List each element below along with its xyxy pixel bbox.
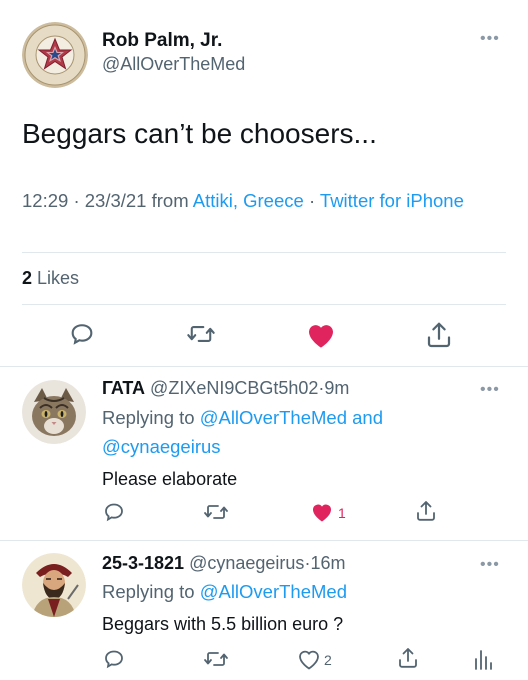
retweet-button[interactable] bbox=[203, 500, 229, 529]
reply-author-name[interactable]: 25-3-1821 bbox=[102, 553, 184, 573]
likes-count: 2 bbox=[22, 268, 33, 288]
reply-text: Beggars with 5.5 billion euro ? bbox=[102, 614, 344, 634]
share-button[interactable] bbox=[396, 646, 420, 675]
replying-to-link[interactable]: @AllOverTheMed bbox=[200, 407, 347, 428]
like-count: 2 bbox=[324, 652, 332, 668]
reply-author-line: 25-3-1821 @cynaegeirus·16m bbox=[102, 553, 345, 574]
replying-to-line: Replying to @AllOverTheMed bbox=[102, 581, 347, 603]
share-button[interactable] bbox=[414, 499, 438, 528]
like-button[interactable] bbox=[297, 648, 321, 675]
cat-avatar-icon bbox=[22, 380, 86, 444]
replying-to-and: and bbox=[352, 407, 384, 428]
reply-icon bbox=[105, 503, 123, 522]
reply-author-name[interactable]: ΓΑΤΑ bbox=[102, 378, 145, 398]
replying-to-label: Replying to bbox=[102, 581, 195, 602]
retweet-icon bbox=[204, 505, 228, 519]
like-count: 1 bbox=[338, 505, 346, 521]
heart-filled-icon bbox=[313, 504, 331, 522]
reply-button[interactable] bbox=[68, 320, 96, 353]
tweet-time: 12:29 bbox=[22, 190, 69, 211]
like-button[interactable] bbox=[310, 501, 334, 528]
divider bbox=[0, 540, 528, 541]
likes-summary[interactable]: 2 Likes bbox=[22, 268, 79, 289]
tweet-source-link[interactable]: Twitter for iPhone bbox=[320, 190, 464, 211]
meta-dot: · bbox=[73, 190, 80, 211]
more-options-icon[interactable]: ••• bbox=[480, 30, 500, 48]
reply-text: Please elaborate bbox=[102, 469, 238, 489]
reply-icon bbox=[71, 324, 93, 345]
share-icon bbox=[417, 501, 435, 521]
retweet-button[interactable] bbox=[203, 647, 229, 676]
reply-button[interactable] bbox=[102, 500, 126, 529]
more-options-icon[interactable]: ••• bbox=[480, 556, 500, 574]
more-options-icon[interactable]: ••• bbox=[480, 381, 500, 399]
share-icon bbox=[399, 648, 417, 668]
like-button[interactable] bbox=[305, 320, 337, 355]
replying-to-link[interactable]: @cynaegeirus bbox=[102, 436, 221, 457]
tweet-date: 23/3/21 bbox=[84, 190, 147, 211]
author-name[interactable]: Rob Palm, Jr. bbox=[102, 30, 222, 52]
retweet-icon bbox=[204, 652, 228, 666]
replying-to-line: @cynaegeirus bbox=[102, 436, 221, 458]
reply-author-handle[interactable]: @cynaegeirus bbox=[189, 553, 304, 573]
author-avatar[interactable]: AMERICAN REVOLUTION BICENTENNIAL 1776-19… bbox=[22, 22, 88, 88]
reply-author-handle[interactable]: @ZIXeNI9CBGt5h02 bbox=[150, 378, 318, 398]
reply-age: 9m bbox=[324, 378, 350, 398]
avatar-ring-text: AMERICAN REVOLUTION BICENTENNIAL 1776-19… bbox=[22, 22, 23, 23]
greek-revolutionary-portrait-icon bbox=[22, 553, 86, 617]
analytics-icon bbox=[475, 650, 492, 670]
avatar[interactable] bbox=[22, 380, 86, 444]
tweet-location-link[interactable]: Attiki, Greece bbox=[193, 190, 304, 211]
share-button[interactable] bbox=[424, 320, 454, 355]
divider bbox=[0, 366, 528, 367]
reply-age: 16m bbox=[310, 553, 346, 573]
bicentennial-star-logo-icon bbox=[22, 22, 88, 88]
reply-icon bbox=[105, 650, 123, 669]
share-icon bbox=[427, 322, 451, 348]
retweet-icon bbox=[187, 326, 215, 342]
likes-label: Likes bbox=[37, 268, 80, 288]
main-tweet: AMERICAN REVOLUTION BICENTENNIAL 1776-19… bbox=[0, 0, 528, 366]
reply-author-line: ΓΑΤΑ @ZIXeNI9CBGt5h02·9m bbox=[102, 378, 349, 399]
tweet-meta: 12:29 · 23/3/21 from Attiki, Greece · Tw… bbox=[22, 188, 492, 214]
replying-to-link[interactable]: @AllOverTheMed bbox=[200, 581, 347, 602]
divider bbox=[22, 304, 506, 305]
tweet-text: Beggars can’t be choosers... bbox=[22, 118, 377, 149]
avatar[interactable] bbox=[22, 553, 86, 617]
reply-button[interactable] bbox=[102, 647, 126, 676]
replying-to-line: Replying to @AllOverTheMed and bbox=[102, 407, 383, 429]
analytics-button[interactable] bbox=[472, 647, 494, 676]
from-label: from bbox=[151, 190, 189, 211]
retweet-button[interactable] bbox=[186, 320, 216, 353]
heart-outline-icon bbox=[299, 650, 319, 670]
divider bbox=[22, 252, 506, 253]
replying-to-label: Replying to bbox=[102, 407, 195, 428]
author-handle[interactable]: @AllOverTheMed bbox=[102, 54, 245, 75]
meta-dot: · bbox=[308, 190, 316, 211]
heart-filled-icon bbox=[309, 325, 333, 348]
